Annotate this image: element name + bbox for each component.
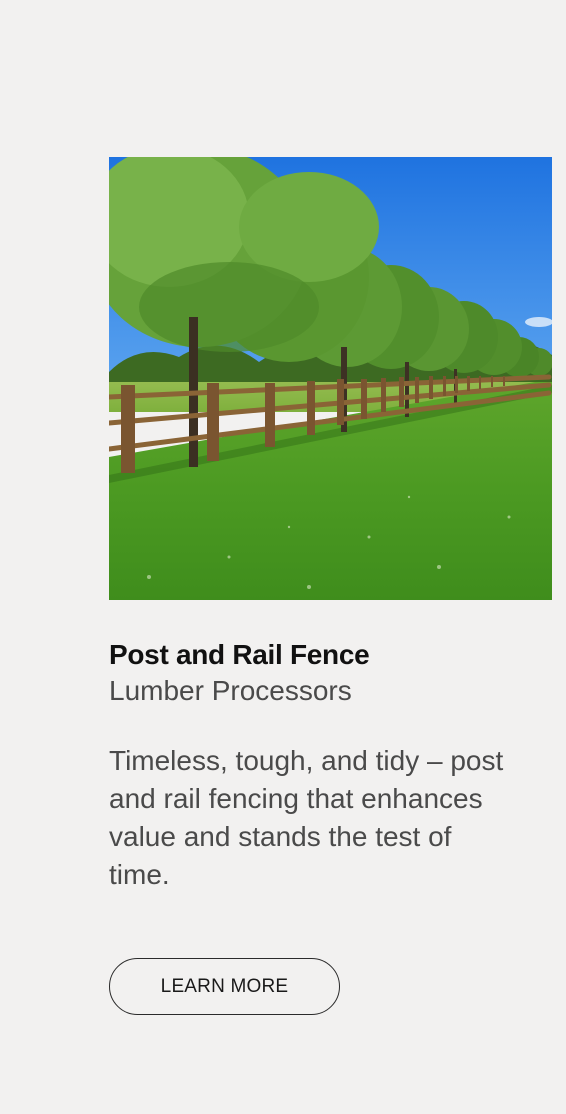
card-description: Timeless, tough, and tidy – post and rai… [109,745,504,890]
card-subtitle: Lumber Processors [109,675,352,706]
learn-more-button[interactable]: LEARN MORE [109,958,340,1015]
card-title: Post and Rail Fence [109,639,370,670]
product-card: Post and Rail Fence Lumber Processors Ti… [109,157,552,894]
fence-photo [109,157,552,600]
fence-photo-illustration [109,157,552,600]
